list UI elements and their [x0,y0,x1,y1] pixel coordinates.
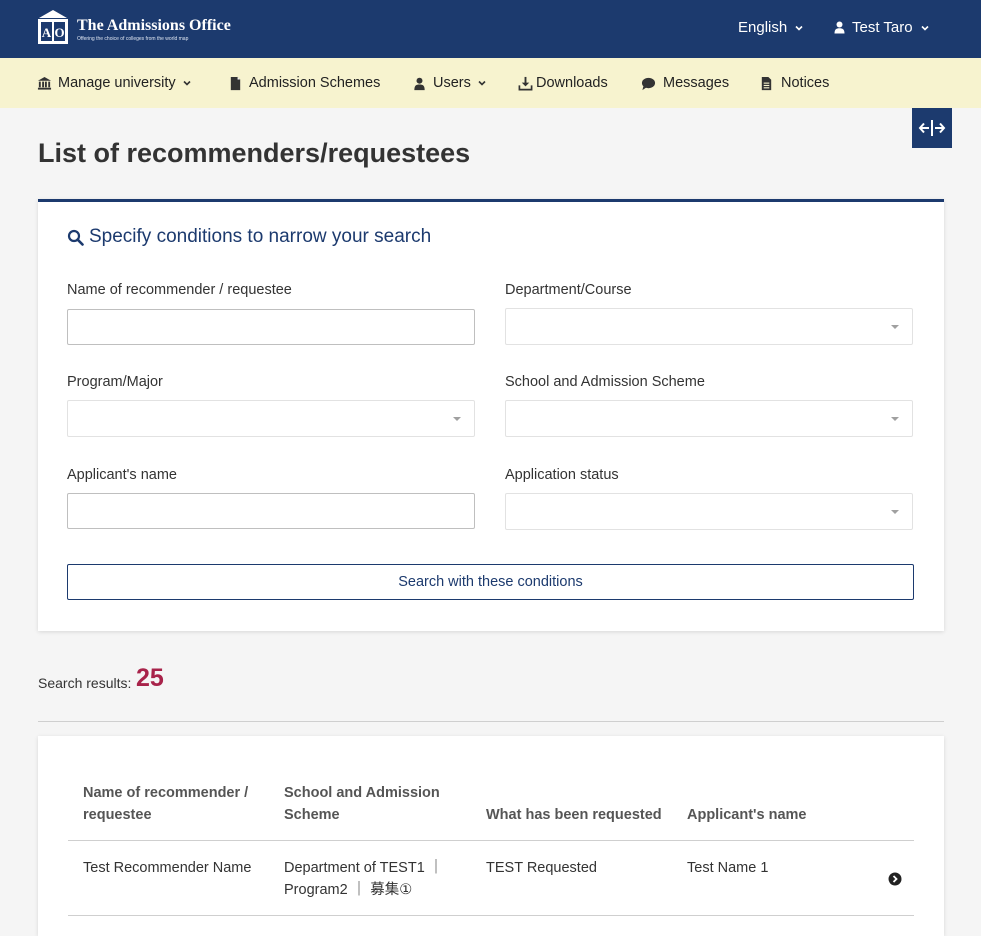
page-title: List of recommenders/requestees [38,138,471,168]
school-scheme-select[interactable] [505,400,913,437]
applicant-name-input[interactable] [67,493,475,529]
cell-requested: TEST Requested [486,860,597,876]
column-header-recommender[interactable]: Name of recommender / requestee [83,782,263,826]
nav-manage-university[interactable]: Manage university [37,75,192,91]
chevron-down-icon [921,25,929,31]
nav-label: Notices [781,75,830,91]
search-icon [67,229,84,246]
program-label: Program/Major [67,374,163,390]
language-selector[interactable]: English [738,19,804,36]
applicant-name-label: Applicant's name [67,467,177,483]
svg-text:O: O [54,25,64,40]
results-count: 25 [136,664,164,692]
logo-subtitle: Offering the choice of colleges from the… [77,36,189,42]
nav-label: Users [433,75,471,91]
cell-applicant: Test Name 1 [687,860,769,876]
expand-horizontal-icon [918,120,946,136]
row-divider [68,915,914,916]
divider [38,721,944,722]
recommender-name-label: Name of recommender / requestee [67,282,292,298]
comment-icon [641,77,656,90]
caret-down-icon [453,417,461,421]
results-table: Name of recommender / requestee School a… [38,736,944,936]
nav-downloads[interactable]: Downloads [518,75,608,91]
search-heading-text: Specify conditions to narrow your search [89,226,432,247]
nav-label: Downloads [536,75,608,91]
column-header-requested[interactable]: What has been requested [486,804,676,826]
results-label: Search results: [38,675,132,691]
nav-notices[interactable]: Notices [759,75,829,91]
search-heading: Specify conditions to narrow your search [67,226,431,248]
cell-scheme: Department of TEST1 ｜ Program2 ｜ 募集① [284,860,444,898]
search-panel: Specify conditions to narrow your search… [38,199,944,631]
document-icon [761,76,772,90]
column-header-scheme[interactable]: School and Admission Scheme [284,782,464,826]
program-select[interactable] [67,400,475,437]
university-icon [37,76,52,90]
search-submit-button[interactable]: Search with these conditions [67,564,914,600]
column-header-applicant[interactable]: Applicant's name [687,804,867,826]
nav-users[interactable]: Users [412,75,487,91]
caret-down-icon [891,325,899,329]
language-label: English [738,19,788,36]
school-scheme-label: School and Admission Scheme [505,374,705,390]
download-icon [518,76,533,90]
nav-messages[interactable]: Messages [641,75,729,91]
file-icon [230,76,241,90]
caret-down-icon [891,510,899,514]
department-select[interactable] [505,308,913,345]
nav-label: Admission Schemes [249,75,381,91]
logo-title: The Admissions Office [77,17,231,34]
nav-label: Messages [663,75,730,91]
main-nav: Manage university Admission Schemes User… [0,58,981,108]
user-icon [834,21,845,34]
cell-recommender: Test Recommender Name [83,860,252,876]
logo-building-icon: A O [37,9,69,45]
table-header-divider [68,840,914,841]
site-logo[interactable]: A O The Admissions Office Offering the c… [37,9,231,45]
user-name: Test Taro [852,19,913,36]
caret-down-icon [891,417,899,421]
chevron-down-icon [183,80,191,86]
nav-admission-schemes[interactable]: Admission Schemes [228,75,380,91]
chevron-down-icon [478,80,486,86]
expand-width-button[interactable] [912,108,952,148]
nav-label: Manage university [58,75,176,91]
chevron-down-icon [795,25,803,31]
recommender-name-input[interactable] [67,309,475,345]
chevron-circle-right-icon[interactable] [888,872,902,886]
user-menu[interactable]: Test Taro [834,19,930,36]
application-status-select[interactable] [505,493,913,530]
application-status-label: Application status [505,467,619,483]
department-label: Department/Course [505,282,632,298]
top-header: A O The Admissions Office Offering the c… [0,0,981,58]
svg-text:A: A [42,25,52,40]
user-icon [414,77,425,90]
